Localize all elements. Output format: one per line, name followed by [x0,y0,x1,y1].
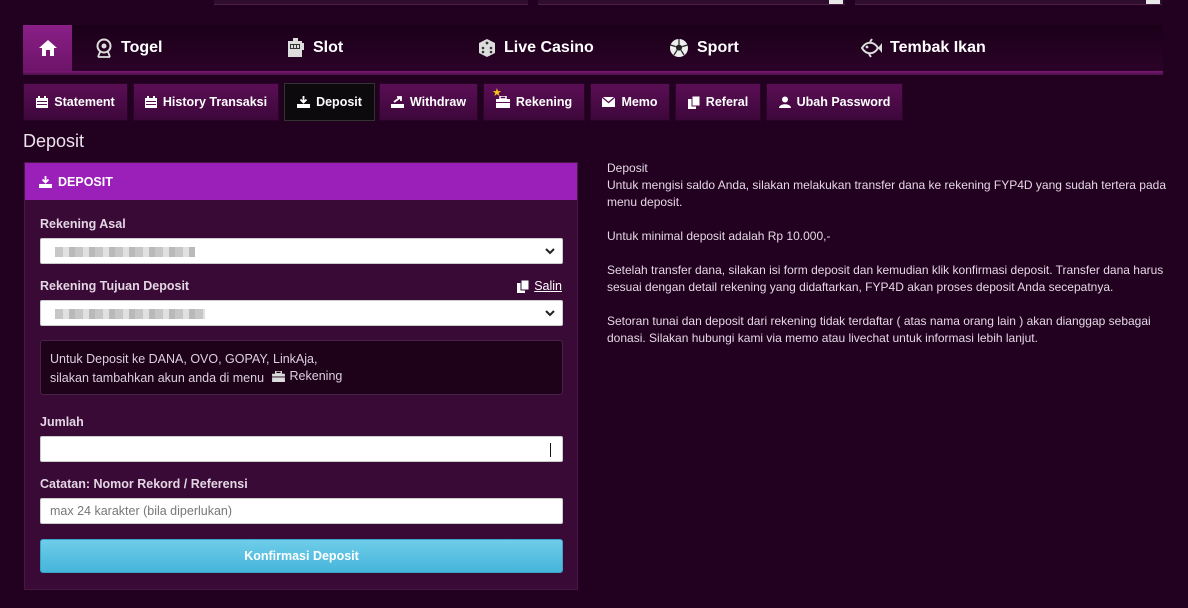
main-nav: Togel Slot Live Casino Sport Tembak Ikan [23,25,1163,75]
konfirmasi-deposit-button[interactable]: Konfirmasi Deposit [40,539,563,573]
deposit-panel: DEPOSIT Rekening Asal Rekening Tujuan De… [24,162,578,590]
note-rekening-label: Rekening [289,369,343,383]
page-title: Deposit [23,131,85,151]
tab-deposit-label: Deposit [316,95,362,109]
tab-memo[interactable]: Memo [590,83,670,121]
info-paragraph-4: Setoran tunai dan deposit dari rekening … [607,314,1151,345]
envelope-icon [602,97,616,107]
ewallet-note: Untuk Deposit ke DANA, OVO, GOPAY, LinkA… [40,340,563,395]
tab-withdraw[interactable]: Withdraw [379,83,478,121]
info-paragraph-1: Untuk mengisi saldo Anda, silakan melaku… [607,178,1166,209]
lottery-ball-icon [96,38,112,58]
info-paragraph-3: Setelah transfer dana, silakan isi form … [607,263,1164,294]
withdraw-icon [390,96,404,108]
note-rekening-link[interactable]: Rekening [271,368,343,385]
top-strip [0,0,1188,6]
calendar-icon [36,96,49,108]
rekening-asal-label: Rekening Asal [40,217,126,231]
salin-label: Salin [534,279,562,293]
tab-rekening-label: Rekening [515,95,573,109]
nav-sport-label: Sport [697,39,739,56]
deposit-icon [297,96,311,108]
copy-icon [687,95,700,109]
rekening-asal-select[interactable] [40,238,563,264]
note-line-1: Untuk Deposit ke DANA, OVO, GOPAY, LinkA… [50,352,318,366]
catatan-label: Catatan: Nomor Rekord / Referensi [40,477,248,491]
tab-statement-label: Statement [54,95,115,109]
new-star-icon: ★ [492,87,502,99]
top-input-2[interactable] [538,0,845,5]
nav-live-casino[interactable]: Live Casino [478,25,594,71]
note-line-2: silakan tambahkan akun anda di menu Reke… [50,368,553,387]
panel-header: DEPOSIT [25,163,577,200]
info-title: Deposit [607,161,648,175]
home-icon [38,40,57,56]
calendar-icon [144,96,157,108]
tab-rekening[interactable]: ★ Rekening [483,83,585,121]
dice-icon [479,39,495,57]
tab-withdraw-label: Withdraw [409,95,467,109]
user-icon [778,96,791,108]
nav-live-casino-label: Live Casino [504,39,594,56]
top-input-1[interactable] [214,0,528,5]
note-line-2-text: silakan tambahkan akun anda di menu [50,371,265,385]
tab-referal-label: Referal [705,95,749,109]
tab-referal[interactable]: Referal [675,83,761,121]
nav-slot-label: Slot [313,39,344,56]
tab-ubah-password-label: Ubah Password [796,95,891,109]
text-caret [550,443,551,457]
copy-icon [517,279,530,293]
redacted-value [55,247,195,257]
tab-history-transaksi[interactable]: History Transaksi [133,83,279,121]
fish-icon [860,38,882,58]
nav-togel-label: Togel [121,39,163,56]
chevron-down-icon [545,248,555,255]
chevron-down-icon [545,310,555,317]
info-paragraph-2: Untuk minimal deposit adalah Rp 10.000,- [607,229,831,243]
nav-togel[interactable]: Togel [95,25,162,71]
salin-button[interactable]: Salin [517,279,562,293]
catatan-input[interactable] [40,498,563,524]
slot-machine-icon [288,38,304,57]
panel-header-label: DEPOSIT [58,174,113,189]
tab-history-label: History Transaksi [162,95,268,109]
deposit-icon [39,175,52,188]
jumlah-input[interactable] [40,436,563,462]
home-button[interactable] [23,25,72,71]
nav-tembak-ikan-label: Tembak Ikan [890,39,986,56]
top-input-3[interactable] [855,0,1162,5]
deposit-info: Deposit Untuk mengisi saldo Anda, silaka… [607,160,1167,364]
nav-sport[interactable]: Sport [669,25,739,71]
nav-slot[interactable]: Slot [287,25,343,71]
redacted-value [55,309,205,319]
tab-statement[interactable]: Statement [23,83,128,121]
tab-memo-label: Memo [621,95,658,109]
bank-icon [271,371,285,382]
nav-tembak-ikan[interactable]: Tembak Ikan [860,25,986,71]
rekening-tujuan-select[interactable] [40,300,563,326]
jumlah-label: Jumlah [40,415,84,429]
rekening-tujuan-label: Rekening Tujuan Deposit [40,279,190,293]
soccer-ball-icon [670,39,688,57]
tab-deposit[interactable]: Deposit [284,83,375,121]
tab-ubah-password[interactable]: Ubah Password [766,83,903,121]
